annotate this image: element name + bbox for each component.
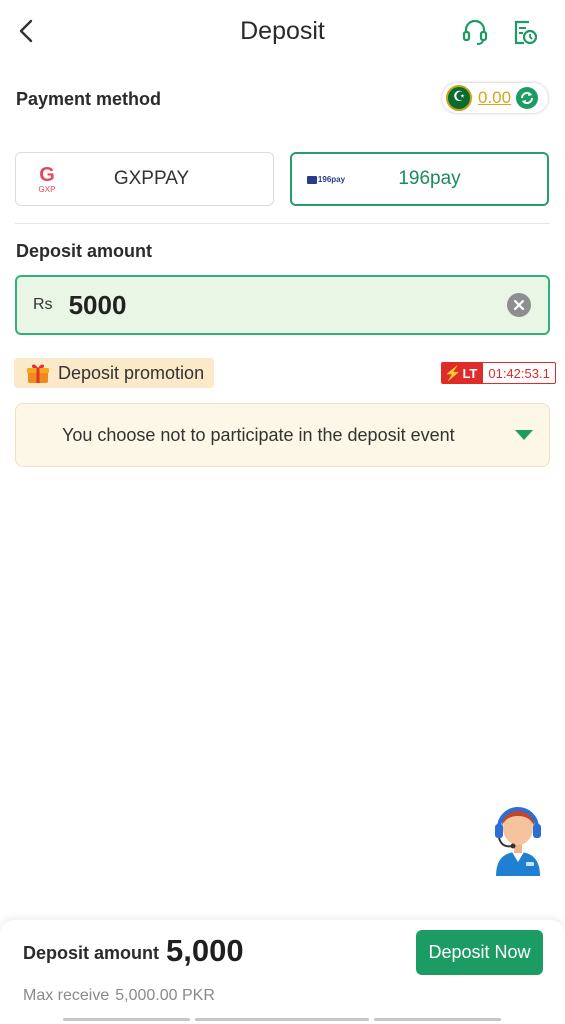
max-receive: Max receive 5,000.00 PKR: [23, 986, 215, 1006]
home-indicator-segment: [374, 1018, 501, 1021]
history-icon: [514, 20, 538, 45]
method-name: GXPPAY: [113, 168, 190, 189]
caret-down-icon: [515, 430, 533, 440]
promotion-select[interactable]: You choose not to participate in the dep…: [15, 403, 550, 467]
currency-symbol: Rs: [33, 296, 53, 313]
deposit-now-button[interactable]: Deposit Now: [416, 930, 543, 975]
promotion-timer: ⚡ LT 01:42:53.1: [441, 362, 556, 384]
balance-pill: ☪ 0.00: [442, 83, 548, 113]
payment-method-label: Payment method: [16, 89, 162, 109]
max-receive-value: 5,000.00 PKR: [115, 987, 215, 1004]
196pay-logo: 196pay: [300, 154, 352, 204]
bottom-deposit-amount-value: 5,000: [166, 933, 244, 968]
floating-support-avatar[interactable]: [486, 796, 550, 876]
refresh-balance-button[interactable]: [516, 87, 539, 109]
pakistan-flag-icon: ☪: [446, 85, 472, 111]
payment-method-196pay[interactable]: 196pay 196pay: [290, 152, 549, 206]
headset-icon: [462, 19, 488, 45]
method-name: 196pay: [398, 168, 461, 189]
countdown-value: 01:42:53.1: [482, 362, 556, 384]
deposit-history-button[interactable]: [508, 16, 542, 48]
deposit-amount-input[interactable]: [68, 289, 507, 321]
promotion-label: Deposit promotion: [58, 362, 205, 383]
deposit-promotion-tag: Deposit promotion: [14, 358, 215, 388]
divider: [15, 223, 550, 224]
bottom-deposit-amount-label: Deposit amount: [23, 943, 160, 963]
limited-time-badge: ⚡ LT: [441, 362, 483, 384]
promotion-selection-text: You choose not to participate in the dep…: [62, 424, 455, 445]
deposit-amount-field: Rs: [15, 275, 550, 335]
gift-icon: [27, 364, 49, 383]
close-icon: [513, 299, 525, 311]
payment-method-gxppay[interactable]: G GXP GXPPAY: [15, 152, 274, 206]
balance-value: 0.00: [478, 88, 512, 107]
home-indicator-segment: [195, 1018, 369, 1021]
support-agent-icon: [495, 807, 541, 876]
max-receive-label: Max receive: [23, 987, 110, 1004]
deposit-amount-label: Deposit amount: [16, 241, 153, 261]
customer-service-button[interactable]: [458, 16, 492, 48]
home-indicator-segment: [63, 1018, 190, 1021]
wallet-icon: [306, 175, 317, 184]
lightning-icon: ⚡: [444, 364, 462, 381]
refresh-icon: [521, 92, 534, 104]
gxppay-logo: G GXP: [38, 163, 56, 194]
clear-amount-button[interactable]: [507, 293, 531, 317]
